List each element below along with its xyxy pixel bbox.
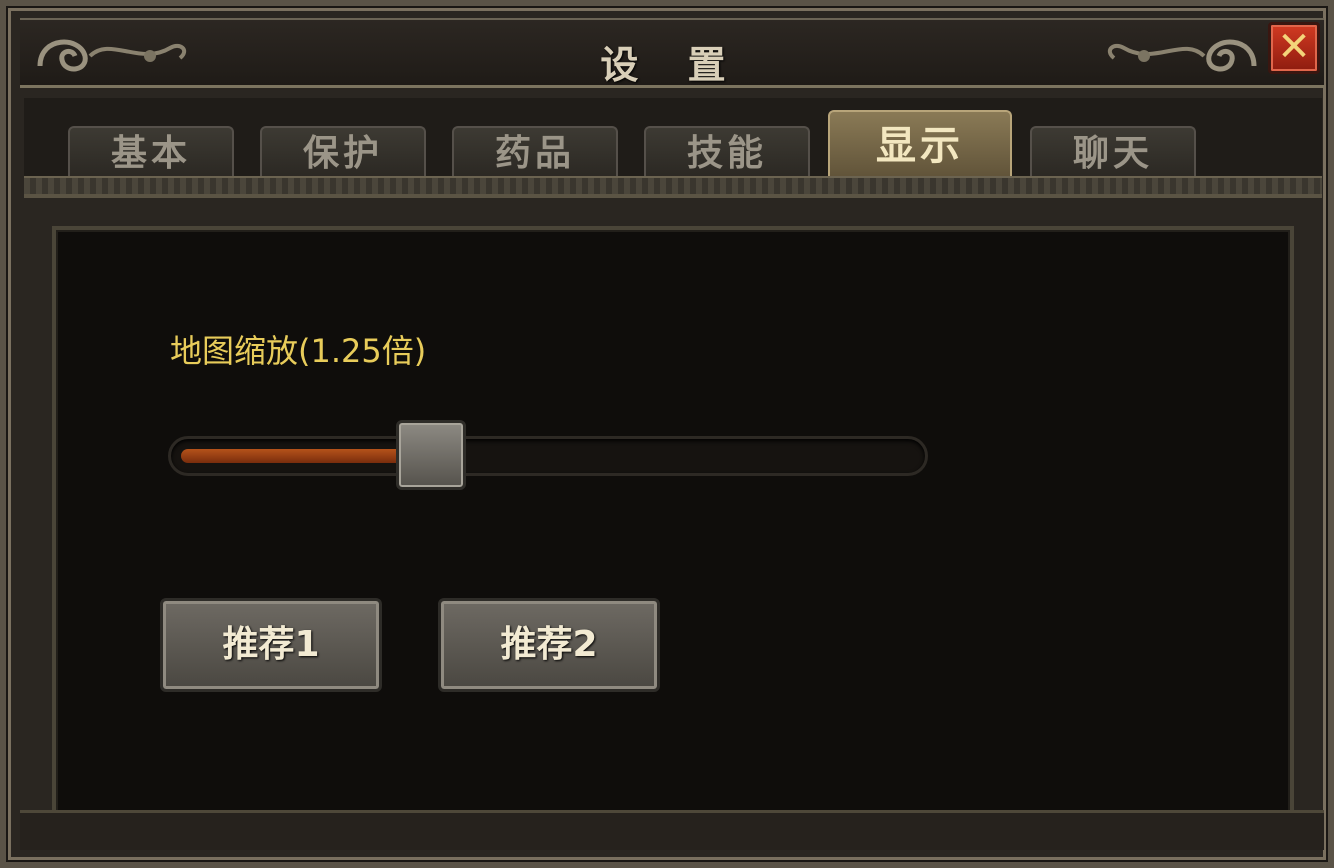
map-zoom-label: 地图缩放(1.25倍) — [170, 332, 427, 370]
map-zoom-slider-thumb[interactable] — [395, 420, 466, 490]
map-zoom-slider-track[interactable] — [168, 436, 928, 476]
window-footer — [20, 810, 1324, 850]
tab-potions[interactable]: 药品 — [452, 126, 618, 180]
title-bar: 设 置 ✕ — [20, 18, 1324, 88]
tab-protect[interactable]: 保护 — [260, 126, 426, 180]
tab-basic[interactable]: 基本 — [68, 126, 234, 180]
tab-display[interactable]: 显示 — [828, 110, 1012, 180]
preset-1-button[interactable]: 推荐1 — [160, 598, 382, 692]
tab-divider — [24, 176, 1322, 194]
close-icon: ✕ — [1277, 24, 1311, 70]
preset-2-button[interactable]: 推荐2 — [438, 598, 660, 692]
tab-chat[interactable]: 聊天 — [1030, 126, 1196, 180]
scroll-ornament-icon — [1107, 39, 1257, 72]
close-button[interactable]: ✕ — [1268, 22, 1320, 74]
settings-window: 设 置 ✕ 基本 保护 药品 技能 显示 聊天 地图缩放(1.25倍) 推荐1 … — [0, 0, 1334, 868]
map-zoom-slider-fill — [181, 449, 413, 463]
display-settings-panel: 地图缩放(1.25倍) 推荐1 推荐2 — [52, 226, 1294, 824]
tab-bar: 基本 保护 药品 技能 显示 聊天 — [24, 98, 1322, 198]
tab-skills[interactable]: 技能 — [644, 126, 810, 180]
